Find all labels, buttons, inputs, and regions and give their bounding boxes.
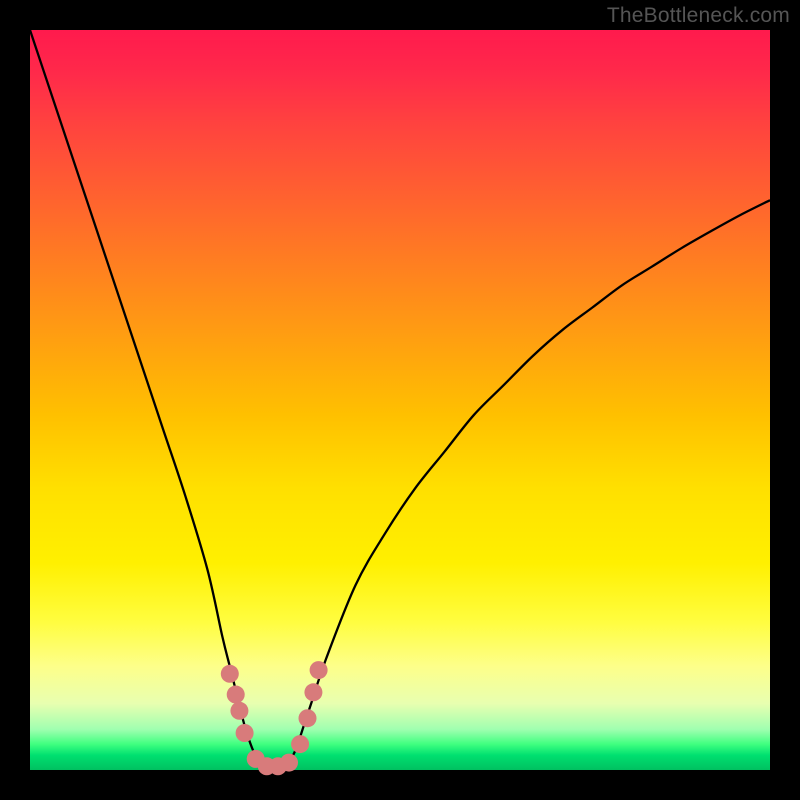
bottleneck-curve	[30, 30, 770, 771]
curve-marker	[310, 661, 328, 679]
curve-marker	[304, 683, 322, 701]
chart-svg	[30, 30, 770, 770]
curve-marker	[230, 702, 248, 720]
outer-frame: TheBottleneck.com	[0, 0, 800, 800]
curve-marker	[227, 686, 245, 704]
curve-marker	[280, 754, 298, 772]
curve-markers	[221, 661, 328, 775]
watermark-text: TheBottleneck.com	[607, 4, 790, 28]
curve-marker	[221, 665, 239, 683]
curve-marker	[299, 709, 317, 727]
curve-marker	[236, 724, 254, 742]
curve-marker	[291, 735, 309, 753]
